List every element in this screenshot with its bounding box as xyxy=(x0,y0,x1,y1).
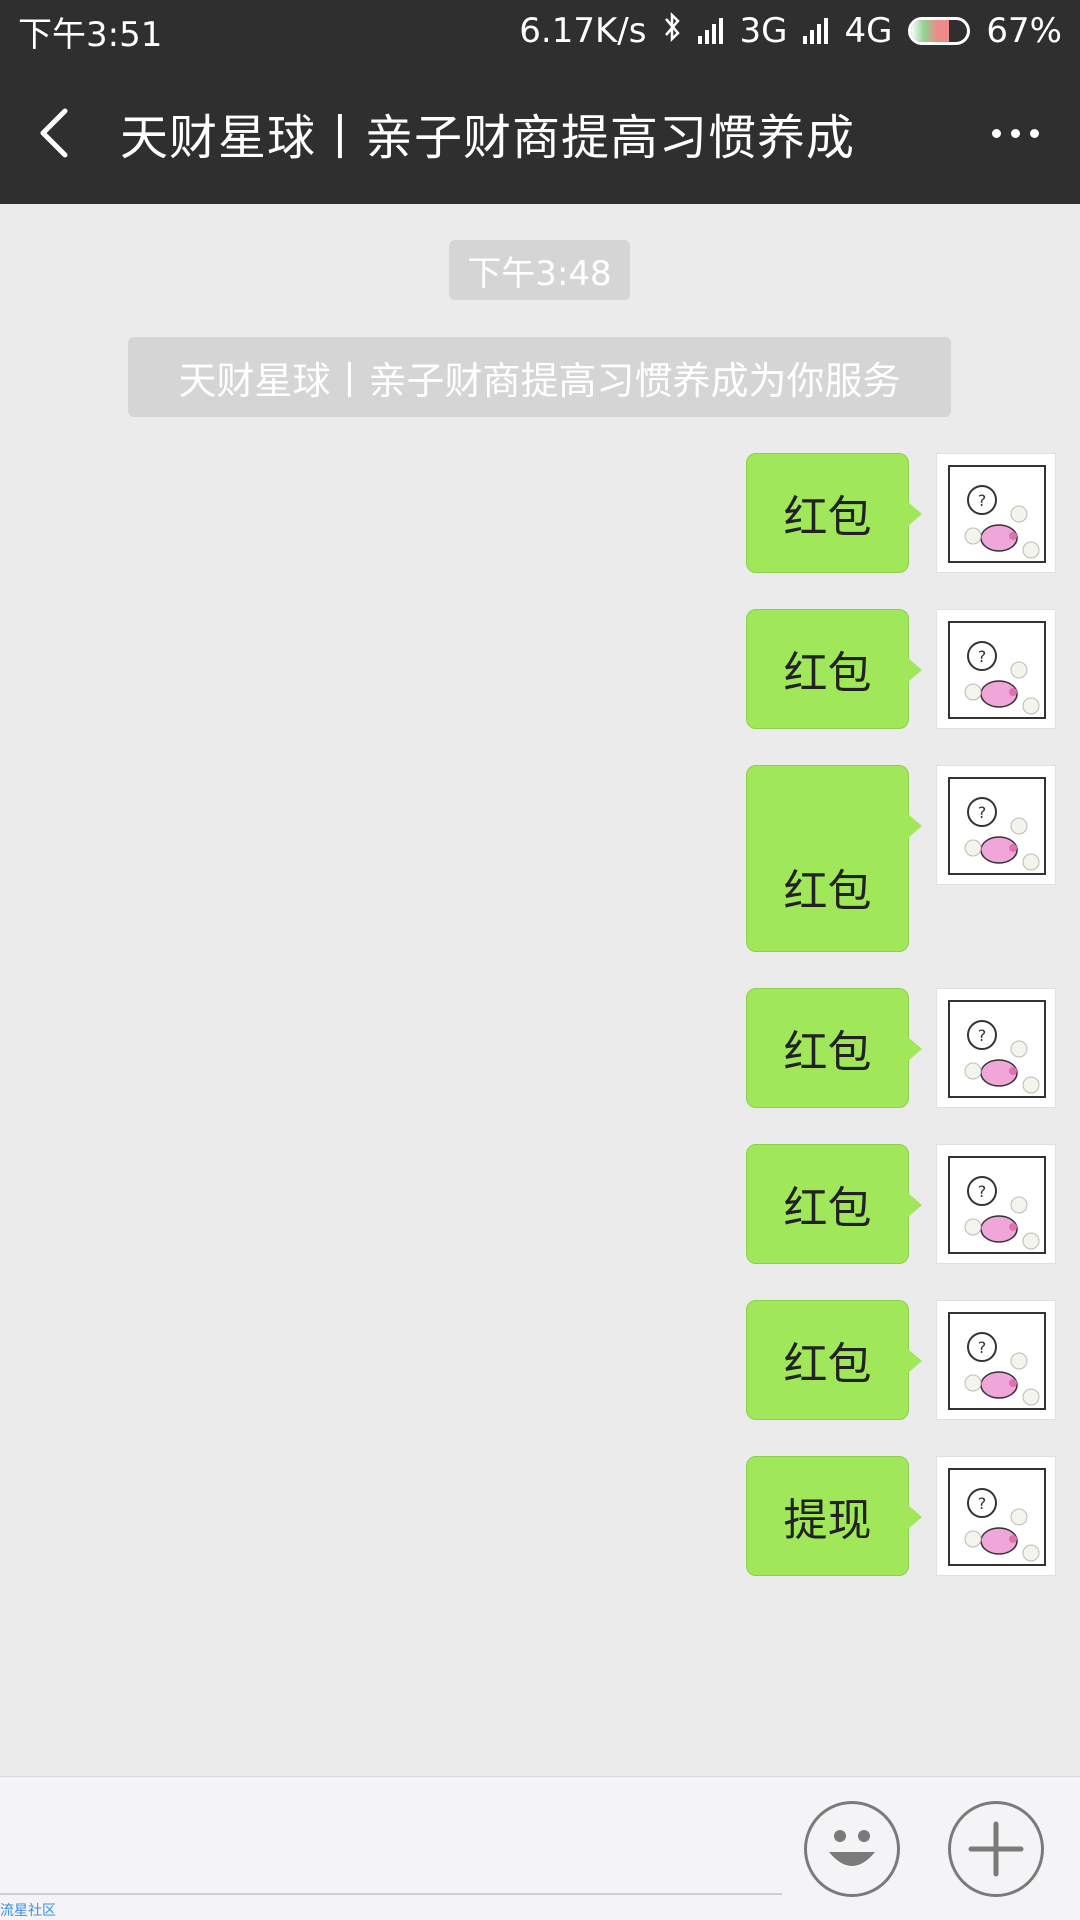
avatar[interactable]: ? xyxy=(936,609,1056,729)
avatar-image: ? xyxy=(948,1312,1046,1410)
signal-icon xyxy=(698,18,724,44)
plus-button[interactable] xyxy=(948,1801,1044,1897)
emoji-icon xyxy=(829,1830,875,1866)
back-button[interactable] xyxy=(0,62,110,204)
message-bubble[interactable]: 红包 xyxy=(746,1144,922,1264)
avatar[interactable]: ? xyxy=(936,1300,1056,1420)
avatar[interactable]: ? xyxy=(936,988,1056,1108)
status-time: 下午3:51 xyxy=(18,14,163,55)
bluetooth-icon xyxy=(662,11,682,52)
chat-title: 天财星球丨亲子财商提高习惯养成 xyxy=(120,110,856,166)
message-bubble[interactable]: 提现 xyxy=(746,1456,922,1576)
message-bubble[interactable]: 红包 xyxy=(746,1300,922,1420)
avatar-image: ? xyxy=(948,1000,1046,1098)
svg-text:?: ? xyxy=(978,647,987,666)
message-bubble[interactable]: 红包 xyxy=(746,609,922,729)
signal-icon xyxy=(803,18,829,44)
emoji-button[interactable] xyxy=(804,1801,900,1897)
svg-text:?: ? xyxy=(978,1026,987,1045)
plus-icon xyxy=(968,1821,1024,1877)
message-input[interactable] xyxy=(0,1893,782,1895)
svg-text:?: ? xyxy=(978,803,987,822)
more-button[interactable] xyxy=(950,62,1080,204)
chevron-left-icon xyxy=(40,108,68,158)
battery-icon xyxy=(908,17,971,45)
network-4g: 4G xyxy=(844,11,893,51)
avatar[interactable]: ? xyxy=(936,453,1056,573)
system-note: 天财星球丨亲子财商提高习惯养成为你服务 xyxy=(128,337,951,417)
network-3g: 3G xyxy=(739,11,788,51)
avatar-image: ? xyxy=(948,465,1046,563)
avatar[interactable]: ? xyxy=(936,1144,1056,1264)
message-timestamp: 下午3:48 xyxy=(449,240,630,300)
message-bubble[interactable]: 红包 xyxy=(746,765,922,952)
input-bar xyxy=(0,1776,1080,1920)
svg-text:?: ? xyxy=(978,491,987,510)
more-dots-icon xyxy=(991,128,1001,138)
avatar-image: ? xyxy=(948,621,1046,719)
message-bubble[interactable]: 红包 xyxy=(746,988,922,1108)
message-bubble[interactable]: 红包 xyxy=(746,453,922,573)
svg-text:?: ? xyxy=(978,1338,987,1357)
avatar[interactable]: ? xyxy=(936,1456,1056,1576)
status-right: 6.17K/s 3G 4G 67% xyxy=(519,11,1062,52)
status-bar: 下午3:51 6.17K/s 3G 4G 67% xyxy=(0,0,1080,62)
svg-text:?: ? xyxy=(978,1494,987,1513)
avatar-image: ? xyxy=(948,1156,1046,1254)
watermark: 流星社区 xyxy=(0,1903,56,1919)
chat-header: 天财星球丨亲子财商提高习惯养成 xyxy=(0,62,1080,204)
avatar[interactable]: ? xyxy=(936,765,1056,885)
net-speed: 6.17K/s xyxy=(519,11,647,51)
battery-percent: 67% xyxy=(986,11,1062,51)
avatar-image: ? xyxy=(948,1468,1046,1566)
svg-text:?: ? xyxy=(978,1182,987,1201)
avatar-image: ? xyxy=(948,777,1046,875)
